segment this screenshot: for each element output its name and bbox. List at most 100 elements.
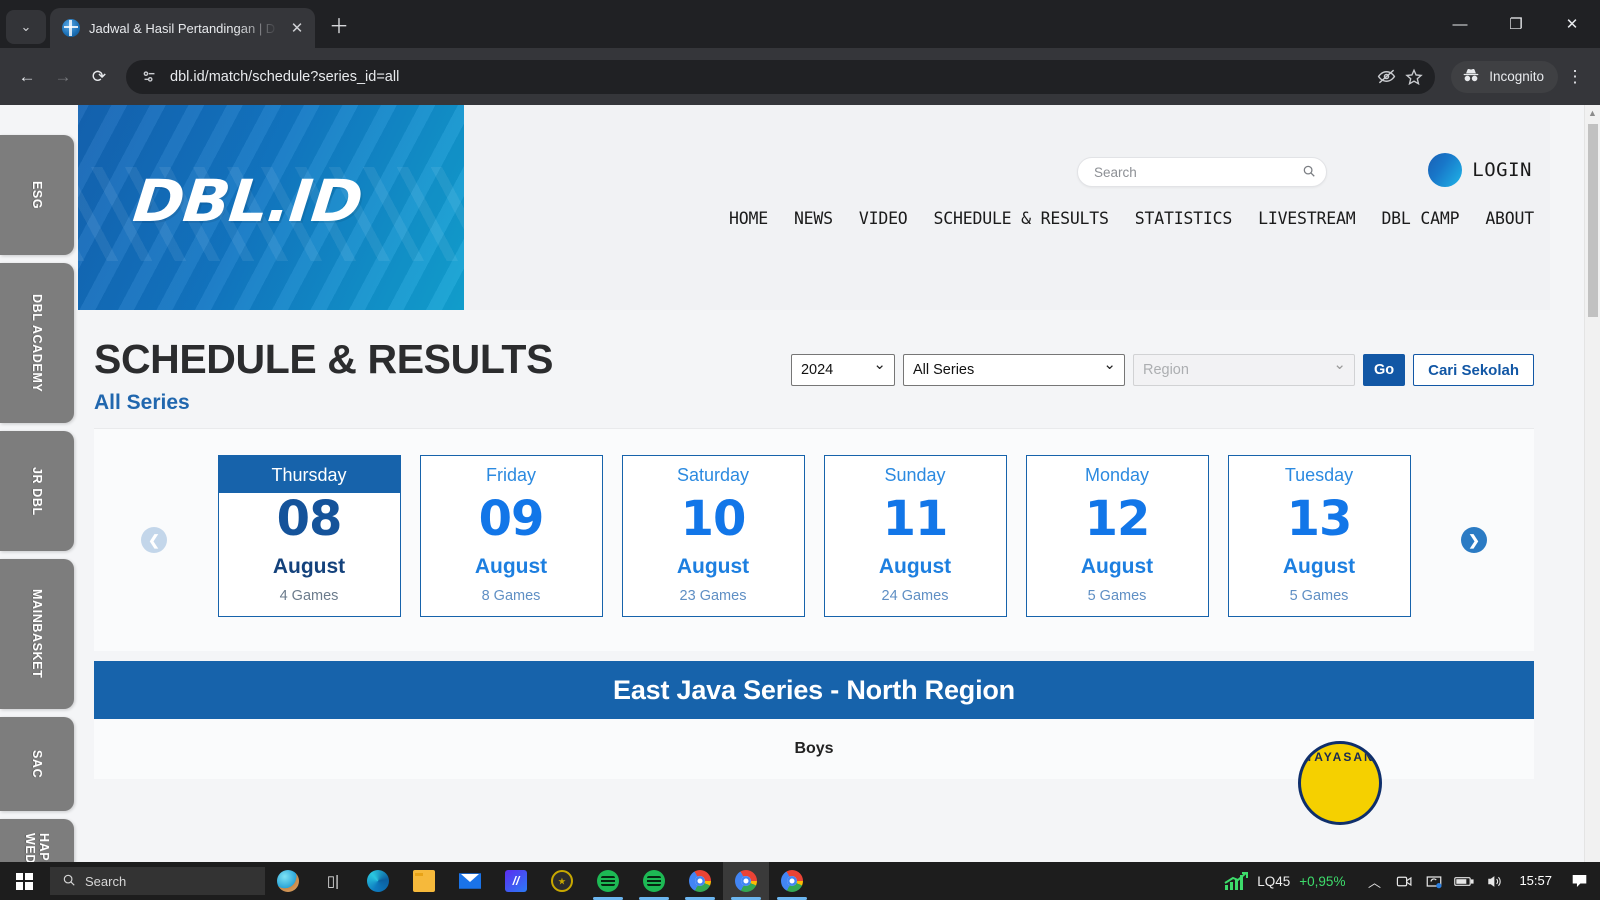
cortana-button[interactable] bbox=[265, 870, 311, 892]
incognito-indicator[interactable]: Incognito bbox=[1451, 60, 1558, 93]
close-window-button[interactable]: ✕ bbox=[1544, 0, 1600, 48]
search-box[interactable] bbox=[1077, 157, 1327, 187]
series-banner: East Java Series - North Region bbox=[94, 661, 1534, 719]
page-viewport: ESG DBL ACADEMY JR DBL MAINBASKET SAC HA… bbox=[0, 105, 1600, 900]
tab-search-button[interactable]: ⌄ bbox=[6, 10, 46, 44]
clock[interactable]: 15:57 bbox=[1509, 873, 1562, 888]
sidebar-item-sac[interactable]: SAC bbox=[0, 717, 74, 811]
start-button[interactable] bbox=[0, 862, 48, 900]
go-button[interactable]: Go bbox=[1362, 354, 1406, 386]
new-tab-button[interactable]: ＋ bbox=[325, 14, 353, 42]
sidebar-item-mainbasket[interactable]: MAINBASKET bbox=[0, 559, 74, 709]
stock-widget[interactable]: LQ45 +0,95% bbox=[1210, 871, 1359, 891]
camera-icon[interactable] bbox=[1389, 862, 1419, 900]
date-card[interactable]: Thursday 08 August 4 Games bbox=[217, 455, 401, 617]
date-card-day: 11 bbox=[882, 491, 949, 547]
address-bar[interactable]: dbl.id/match/schedule?series_id=all bbox=[126, 59, 1436, 94]
date-card[interactable]: Sunday 11 August 24 Games bbox=[823, 455, 1007, 617]
login-area[interactable]: LOGIN bbox=[1428, 153, 1532, 187]
carousel-prev-icon[interactable]: ❮ bbox=[141, 527, 167, 553]
series-select-wrap: All Series bbox=[902, 354, 1125, 386]
emblem-icon: ★ bbox=[551, 870, 573, 892]
site-logo-banner[interactable]: DBL.ID bbox=[78, 105, 464, 310]
nav-item-schedule-results[interactable]: SCHEDULE & RESULTS bbox=[934, 209, 1109, 228]
sidebar-item-label: DBL ACADEMY bbox=[30, 293, 44, 393]
nav-item-about[interactable]: ABOUT bbox=[1485, 209, 1534, 228]
nav-item-home[interactable]: HOME bbox=[729, 209, 768, 228]
task-view-button[interactable]: ▯| bbox=[311, 872, 355, 890]
login-label[interactable]: LOGIN bbox=[1472, 159, 1532, 181]
scrollbar-thumb[interactable] bbox=[1587, 123, 1599, 318]
carousel-next-icon[interactable]: ❯ bbox=[1461, 527, 1487, 553]
taskbar-search-placeholder: Search bbox=[85, 873, 127, 889]
avatar[interactable] bbox=[1428, 153, 1463, 187]
year-select-wrap: 2024 bbox=[790, 354, 895, 386]
forward-icon[interactable]: → bbox=[46, 60, 80, 94]
region-select[interactable]: Region bbox=[1132, 354, 1355, 386]
stock-chart-icon bbox=[1224, 871, 1249, 891]
browser-toolbar: ← → ⟳ dbl.id/match/schedule?series_id=al… bbox=[0, 48, 1600, 105]
date-card-day: 13 bbox=[1286, 491, 1353, 547]
taskbar-app-chrome-active[interactable] bbox=[723, 862, 769, 900]
taskbar-app-editor[interactable]: // bbox=[493, 862, 539, 900]
cortana-icon bbox=[277, 870, 299, 892]
taskbar-app-file-explorer[interactable] bbox=[401, 862, 447, 900]
tab-strip: ⌄ Jadwal & Hasil Pertandingan | D ✕ ＋ — … bbox=[0, 0, 1600, 48]
volume-icon[interactable] bbox=[1479, 862, 1509, 900]
taskbar-app-chrome-3[interactable] bbox=[769, 862, 815, 900]
date-card[interactable]: Saturday 10 August 23 Games bbox=[621, 455, 805, 617]
taskbar-apps: // ★ bbox=[355, 862, 815, 900]
action-center-icon[interactable] bbox=[1562, 862, 1596, 900]
browser-tab[interactable]: Jadwal & Hasil Pertandingan | D ✕ bbox=[50, 8, 315, 48]
sidebar-item-dbl-academy[interactable]: DBL ACADEMY bbox=[0, 263, 74, 423]
nav-item-video[interactable]: VIDEO bbox=[859, 209, 908, 228]
back-icon[interactable]: ← bbox=[10, 60, 44, 94]
tray-overflow-icon[interactable]: ︿ bbox=[1359, 862, 1389, 900]
taskbar-app-spotify-2[interactable] bbox=[631, 862, 677, 900]
bookmark-star-icon[interactable] bbox=[1403, 66, 1425, 88]
reload-icon[interactable]: ⟳ bbox=[82, 60, 116, 94]
minimize-button[interactable]: — bbox=[1432, 0, 1488, 48]
sidebar-item-esg[interactable]: ESG bbox=[0, 135, 74, 255]
close-icon[interactable]: ✕ bbox=[287, 19, 307, 37]
taskbar-app-mail[interactable] bbox=[447, 862, 493, 900]
date-card-dayofweek: Saturday bbox=[676, 465, 750, 485]
chrome-icon bbox=[781, 870, 803, 892]
nav-item-news[interactable]: NEWS bbox=[794, 209, 833, 228]
browser-menu-icon[interactable]: ⋮ bbox=[1560, 60, 1590, 94]
onedrive-icon[interactable] bbox=[1419, 862, 1449, 900]
search-input[interactable] bbox=[1094, 164, 1302, 180]
date-card[interactable]: Monday 12 August 5 Games bbox=[1025, 455, 1209, 617]
date-card-day: 09 bbox=[478, 491, 545, 547]
scroll-up-icon[interactable]: ▲ bbox=[1588, 108, 1597, 118]
series-select[interactable]: All Series bbox=[902, 354, 1125, 386]
taskbar-app-emblem[interactable]: ★ bbox=[539, 862, 585, 900]
date-card-month: August bbox=[474, 555, 548, 578]
year-select[interactable]: 2024 bbox=[790, 354, 895, 386]
sidebar-item-jr-dbl[interactable]: JR DBL bbox=[0, 431, 74, 551]
site-settings-icon[interactable] bbox=[138, 66, 160, 88]
taskbar-search[interactable]: Search bbox=[50, 867, 265, 895]
taskbar-app-edge[interactable] bbox=[355, 862, 401, 900]
cari-sekolah-button[interactable]: Cari Sekolah bbox=[1413, 354, 1534, 386]
taskbar-app-chrome[interactable] bbox=[677, 862, 723, 900]
date-card[interactable]: Tuesday 13 August 5 Games bbox=[1227, 455, 1411, 617]
page-scrollbar[interactable]: ▲ bbox=[1584, 105, 1600, 900]
search-icon[interactable] bbox=[1302, 164, 1316, 181]
nav-item-statistics[interactable]: STATISTICS bbox=[1135, 209, 1233, 228]
page-header: SCHEDULE & RESULTS All Series 2024 All S… bbox=[78, 310, 1550, 428]
battery-icon[interactable] bbox=[1449, 862, 1479, 900]
tracking-protection-icon[interactable] bbox=[1375, 66, 1397, 88]
date-card-day: 12 bbox=[1084, 491, 1151, 547]
nav-item-livestream[interactable]: LIVESTREAM bbox=[1258, 209, 1356, 228]
folder-icon bbox=[413, 870, 435, 892]
taskbar-app-spotify[interactable] bbox=[585, 862, 631, 900]
date-card[interactable]: Friday 09 August 8 Games bbox=[419, 455, 603, 617]
nav-item-dbl-camp[interactable]: DBL CAMP bbox=[1381, 209, 1459, 228]
task-view-icon: ▯| bbox=[326, 873, 340, 890]
sidebar-item-label: ESG bbox=[30, 180, 44, 210]
date-card-dayofweek: Tuesday bbox=[1284, 465, 1354, 485]
maximize-button[interactable]: ❐ bbox=[1488, 0, 1544, 48]
date-card-games: 24 Games bbox=[881, 588, 949, 604]
date-card-month: August bbox=[272, 555, 346, 578]
